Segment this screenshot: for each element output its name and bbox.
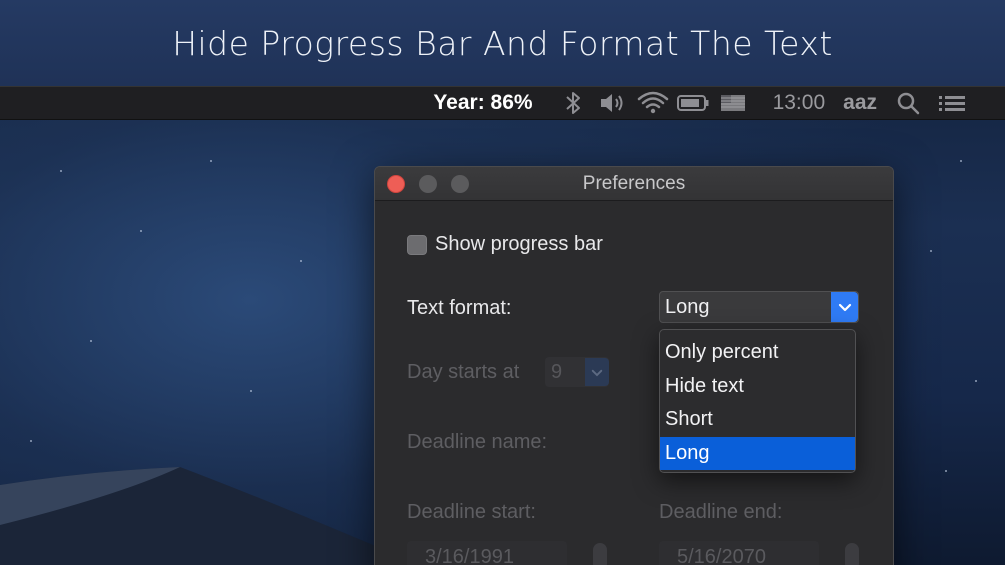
text-format-label: Text format:	[407, 297, 512, 319]
window-title: Preferences	[582, 173, 686, 194]
deadline-end-field[interactable]: 5/16/2070	[659, 541, 819, 565]
text-format-dropdown-menu: Only percent Hide text Short Long	[659, 329, 856, 473]
show-progress-bar-label: Show progress bar	[435, 233, 603, 255]
year-progress-status-item[interactable]: Year: 86%	[433, 91, 532, 115]
search-icon[interactable]	[891, 88, 927, 118]
day-starts-select[interactable]: 9	[545, 357, 609, 387]
chevron-down-icon[interactable]	[831, 292, 858, 322]
date-stepper[interactable]	[593, 543, 607, 565]
banner-title: Hide Progress Bar And Format The Text	[172, 23, 833, 63]
menu-item-short[interactable]: Short	[660, 403, 855, 437]
menu-item-hide-text[interactable]: Hide text	[660, 370, 855, 404]
day-starts-value: 9	[551, 360, 563, 383]
list-icon[interactable]	[935, 88, 971, 118]
deadline-start-field[interactable]: 3/16/1991	[407, 541, 567, 565]
show-progress-bar-checkbox[interactable]	[407, 234, 427, 255]
volume-icon[interactable]	[595, 88, 631, 118]
menu-item-long[interactable]: Long	[660, 436, 855, 470]
bluetooth-icon[interactable]	[555, 88, 591, 118]
flag-icon[interactable]	[715, 88, 751, 118]
deadline-name-label: Deadline name:	[407, 431, 548, 453]
window-titlebar[interactable]: Preferences	[375, 167, 893, 201]
clock[interactable]: 13:00	[773, 91, 826, 115]
menu-item-only-percent[interactable]: Only percent	[660, 336, 855, 370]
desert-dune	[0, 467, 420, 565]
deadline-end-label: Deadline end:	[659, 501, 783, 523]
date-stepper[interactable]	[845, 543, 859, 565]
user-name[interactable]: aaz	[843, 91, 877, 115]
menu-bar: Year: 86% 13:00 aaz	[0, 86, 1005, 120]
text-format-value: Long	[665, 295, 710, 318]
show-progress-bar-row[interactable]: Show progress bar	[407, 233, 603, 256]
deadline-start-label: Deadline start:	[407, 501, 536, 523]
wifi-icon[interactable]	[635, 88, 671, 118]
title-banner: Hide Progress Bar And Format The Text	[0, 0, 1005, 86]
chevron-down-icon[interactable]	[585, 358, 609, 386]
text-format-select[interactable]: Long	[659, 291, 859, 323]
day-starts-label: Day starts at	[407, 361, 520, 383]
battery-icon[interactable]	[675, 88, 711, 118]
